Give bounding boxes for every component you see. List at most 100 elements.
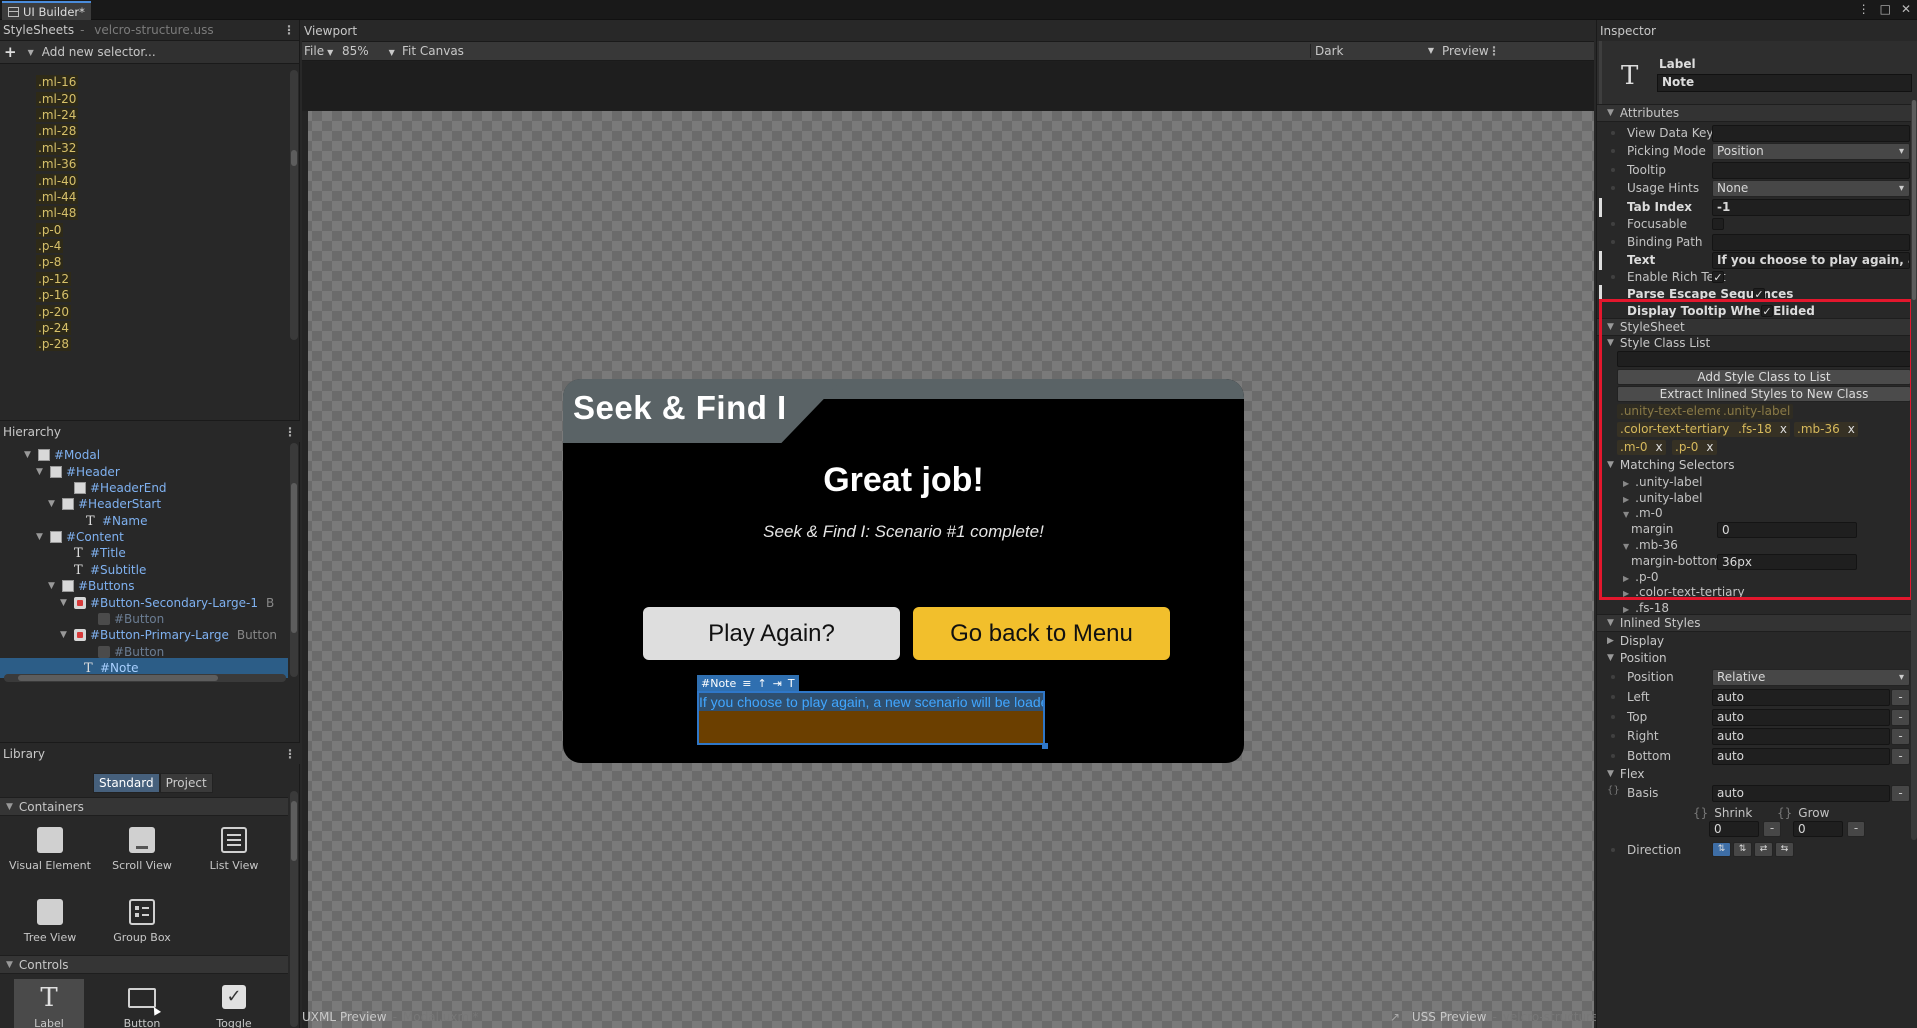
expand-arrow-icon[interactable]: ▼	[24, 450, 34, 460]
class-chip[interactable]: .p-0 x	[1672, 440, 1717, 455]
file-menu[interactable]: File ▼	[304, 44, 333, 58]
back-to-menu-button[interactable]: Go back to Menu	[913, 607, 1170, 660]
library-item-toggle-control[interactable]: ✓ Toggle	[193, 985, 275, 1028]
left-unit-button[interactable]: -	[1891, 689, 1910, 706]
element-name-field[interactable]: Note	[1657, 74, 1912, 92]
top-unit-button[interactable]: -	[1891, 709, 1910, 726]
left-input[interactable]: auto	[1712, 689, 1890, 706]
selector-item[interactable]: .p-28	[0, 336, 300, 352]
play-again-button[interactable]: Play Again?	[643, 607, 900, 660]
matching-selector-item[interactable]: ▼ .mb-36	[1623, 538, 1678, 552]
selector-item[interactable]: .p-0	[0, 222, 300, 238]
basis-input[interactable]: auto	[1712, 785, 1890, 802]
matching-selector-item[interactable]: ▶ .p-0	[1623, 570, 1659, 584]
expand-arrow-icon[interactable]: ▼	[60, 630, 70, 640]
zoom-select[interactable]: 85% ▼	[342, 44, 395, 58]
library-item-list-view[interactable]: List View	[193, 827, 275, 872]
viewport-menu-icon[interactable]: ⋮	[1488, 44, 1500, 58]
selector-item[interactable]: .ml-24	[0, 107, 300, 123]
bottom-input[interactable]: auto	[1712, 748, 1890, 765]
close-icon[interactable]: ✕	[1901, 2, 1911, 16]
selector-item[interactable]: .p-20	[0, 303, 300, 319]
hierarchy-scrollbar[interactable]	[290, 443, 298, 677]
selector-item[interactable]: .ml-44	[0, 189, 300, 205]
note-text[interactable]: If you choose to play again, a new scena…	[699, 693, 1043, 711]
resize-handle[interactable]	[1042, 743, 1048, 749]
selector-item[interactable]: .p-8	[0, 254, 300, 270]
library-scrollbar[interactable]	[290, 791, 298, 1027]
grow-unit-button[interactable]: -	[1847, 821, 1865, 837]
class-chip[interactable]: .fs-18 x	[1735, 422, 1790, 437]
selector-item[interactable]: .p-4	[0, 238, 300, 254]
selector-item[interactable]: .p-24	[0, 320, 300, 336]
selector-item[interactable]: .ml-28	[0, 123, 300, 139]
shrink-input[interactable]: 0	[1709, 821, 1759, 837]
direction-row-reverse-icon[interactable]: ⇆	[1775, 842, 1794, 857]
class-chip[interactable]: .color-text-tertiaryx	[1617, 422, 1748, 437]
rich-text-checkbox[interactable]: ✓	[1712, 271, 1724, 283]
arrow-up-icon[interactable]: ↑	[757, 677, 766, 690]
align-lines-icon[interactable]: ≡	[742, 677, 751, 690]
library-item-button-control[interactable]: Button	[101, 985, 183, 1028]
selector-item[interactable]: .ml-36	[0, 156, 300, 172]
containers-section[interactable]: ▼ Containers	[0, 797, 288, 816]
add-dropdown-icon[interactable]: ▼	[28, 48, 34, 57]
selector-item[interactable]: .ml-16	[0, 74, 300, 90]
tab-standard[interactable]: Standard	[93, 773, 160, 793]
focusable-checkbox[interactable]	[1712, 218, 1724, 230]
maximize-icon[interactable]: □	[1880, 2, 1891, 16]
parse-escape-checkbox[interactable]: ✓	[1753, 288, 1765, 300]
fit-canvas-button[interactable]: Fit Canvas	[402, 44, 464, 58]
extract-inlined-styles-button[interactable]: Extract Inlined Styles to New Class	[1617, 386, 1911, 402]
margin-value-field[interactable]: 0	[1717, 522, 1857, 538]
class-chip[interactable]: .mb-36 x	[1794, 422, 1858, 437]
library-item-group-box[interactable]: Group Box	[101, 899, 183, 944]
usage-hints-select[interactable]: None	[1712, 180, 1910, 197]
position-select[interactable]: Relative	[1712, 669, 1910, 686]
tooltip-input[interactable]	[1712, 162, 1910, 179]
margin-bottom-value-field[interactable]: 36px	[1717, 554, 1857, 570]
external-link-icon[interactable]: ↗	[1390, 1010, 1400, 1024]
flex-section[interactable]: ▼ Flex	[1603, 765, 1912, 783]
tab-index-input[interactable]: -1	[1712, 199, 1910, 216]
library-item-visual-element[interactable]: Visual Element	[9, 827, 91, 872]
stylesheets-menu-icon[interactable]: ⋮	[283, 23, 295, 37]
matching-selector-item[interactable]: ▶ .unity-label	[1623, 491, 1702, 505]
note-selection-tag[interactable]: #Note ≡ ↑ ⇥ T	[697, 675, 799, 691]
hierarchy-menu-icon[interactable]: ⋮	[284, 425, 296, 439]
selector-item[interactable]: .ml-48	[0, 205, 300, 221]
tab-project[interactable]: Project	[159, 773, 213, 793]
uxml-preview-tab[interactable]: UXML Preview - Modal.uxml*	[302, 1010, 478, 1024]
grow-input[interactable]: 0	[1793, 821, 1843, 837]
direction-row-icon[interactable]: ⇄	[1754, 842, 1773, 857]
add-selector-input[interactable]: Add new selector...	[42, 45, 156, 59]
basis-unit-button[interactable]: -	[1891, 785, 1910, 802]
top-input[interactable]: auto	[1712, 709, 1890, 726]
matching-selector-item[interactable]: ▼ .m-0	[1623, 506, 1663, 520]
expand-arrow-icon[interactable]: ▼	[36, 532, 46, 542]
library-item-tree-view[interactable]: Tree View	[9, 899, 91, 944]
expand-arrow-icon[interactable]: ▼	[36, 467, 46, 477]
library-menu-icon[interactable]: ⋮	[284, 747, 296, 761]
text-input[interactable]: If you choose to play again, a	[1712, 252, 1910, 269]
window-tab[interactable]: UI Builder*	[2, 1, 91, 20]
selector-item[interactable]: .ml-40	[0, 172, 300, 188]
expand-arrow-icon[interactable]: ▼	[60, 598, 70, 608]
attributes-section[interactable]: ▼ Attributes	[1597, 104, 1917, 122]
remove-class-icon[interactable]: x	[1706, 440, 1713, 454]
add-style-class-button[interactable]: Add Style Class to List	[1617, 369, 1911, 385]
add-plus-icon[interactable]: +	[4, 43, 17, 61]
note-selection-box[interactable]: If you choose to play again, a new scena…	[697, 691, 1045, 745]
shrink-unit-button[interactable]: -	[1763, 821, 1781, 837]
right-input[interactable]: auto	[1712, 728, 1890, 745]
display-tooltip-checkbox[interactable]: ✓	[1761, 305, 1773, 317]
binding-path-input[interactable]	[1712, 234, 1910, 251]
selector-item[interactable]: .ml-20	[0, 90, 300, 106]
uss-preview-tab[interactable]: ↗ USS Preview - velcro-structure.uss	[1390, 1010, 1622, 1024]
text-cursor-icon[interactable]: T	[788, 677, 795, 690]
view-data-key-input[interactable]	[1712, 125, 1910, 142]
preview-button[interactable]: Preview	[1442, 44, 1489, 58]
expand-arrow-icon[interactable]: ▼	[48, 581, 58, 591]
selector-item[interactable]: .p-12	[0, 271, 300, 287]
bottom-unit-button[interactable]: -	[1891, 748, 1910, 765]
